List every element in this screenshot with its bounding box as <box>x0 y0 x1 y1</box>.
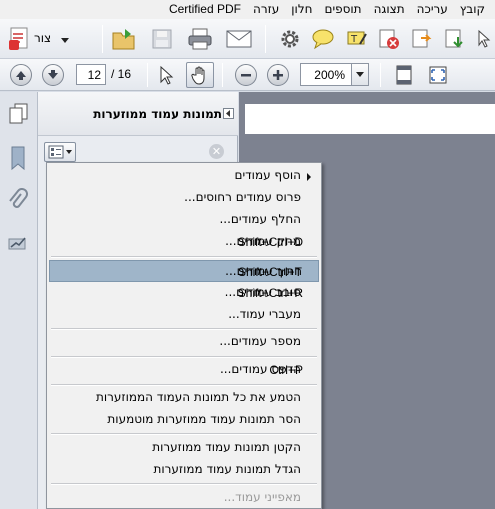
menu-item-label: הדפס עמודים... <box>219 362 301 376</box>
menu-item-delete-pages[interactable]: מחק עמודים... Shift+Ctrl+D <box>49 231 319 253</box>
menu-plugins[interactable]: תוספים <box>318 0 367 19</box>
menu-item-label: הטמע את כל תמונות העמוד הממוזערות <box>95 390 301 404</box>
menu-item-print-pages[interactable]: הדפס עמודים... Ctrl+P <box>49 359 319 381</box>
fit-page-icon[interactable] <box>392 63 416 87</box>
create-label[interactable]: צור <box>34 31 51 45</box>
delete-page-icon[interactable] <box>376 27 402 51</box>
menu-item-label: פרוס עמודים רחוסים... <box>184 190 301 204</box>
zoom-in-button[interactable] <box>266 63 290 87</box>
next-page-button[interactable] <box>41 63 65 87</box>
options-menu: הוסף עמודים פרוס עמודים רחוסים... החלף ע… <box>46 162 322 509</box>
menu-separator <box>51 256 317 258</box>
panel-header: תמונות עמוד ממוזערות <box>38 92 238 136</box>
menu-item-label: הוסף עמודים <box>234 168 301 182</box>
submenu-arrow-icon <box>307 173 311 181</box>
menu-item-label: הסר תמונות עמוד ממוזערות מוטמעות <box>107 412 301 426</box>
select-tool-icon[interactable] <box>474 27 494 51</box>
page-number-input[interactable] <box>76 64 106 85</box>
menu-item-enlarge-thumbnails[interactable]: הגדל תמונות עמוד ממוזערות <box>49 459 319 481</box>
toolbar-separator <box>222 63 223 87</box>
menu-item-label: מספר עמודים... <box>219 334 301 348</box>
fit-width-icon[interactable] <box>426 63 450 87</box>
menu-item-label: הקטן תמונות עמוד ממוזערות <box>152 440 301 454</box>
bookmarks-icon[interactable] <box>6 144 30 172</box>
email-icon[interactable] <box>225 26 253 52</box>
navigation-toolbar <box>0 59 495 91</box>
menu-separator <box>51 384 317 386</box>
menu-help[interactable]: עזרה <box>247 0 285 19</box>
menu-item-replace-pages[interactable]: החלף עמודים... <box>49 209 319 231</box>
panel-title: תמונות עמוד ממוזערות <box>93 107 222 121</box>
menu-window[interactable]: חלון <box>285 0 318 19</box>
menu-edit[interactable]: עריכה <box>411 0 454 19</box>
zoom-out-button[interactable] <box>234 63 258 87</box>
menu-item-label: החלף עמודים... <box>219 212 301 226</box>
menu-item-label: מעברי עמוד... <box>228 307 301 321</box>
comment-icon[interactable] <box>310 27 336 51</box>
menu-bar: קובץ עריכה תצוגה תוספים חלון עזרה Certif… <box>0 0 495 19</box>
select-arrow-icon[interactable] <box>154 63 178 87</box>
navigation-rail <box>0 92 38 509</box>
menu-item-remove-embedded-thumbnails[interactable]: הסר תמונות עמוד ממוזערות מוטמעות <box>49 409 319 431</box>
menu-item-shortcut: Shift+Ctrl+T <box>237 265 302 279</box>
menu-item-shortcut: Ctrl+P <box>269 363 303 377</box>
collapse-panel-button[interactable] <box>223 108 234 119</box>
menu-item-extract-pages[interactable]: פרוס עמודים רחוסים... <box>49 187 319 209</box>
menu-item-label: הגדל תמונות עמוד ממוזערות <box>153 462 301 476</box>
menu-view[interactable]: תצוגה <box>368 0 411 19</box>
menu-item-shortcut: Shift+Ctrl+R <box>237 286 303 300</box>
attachments-icon[interactable] <box>6 187 30 215</box>
menu-separator <box>51 356 317 358</box>
menu-certified-pdf[interactable]: Certified PDF <box>163 0 247 19</box>
hand-icon <box>191 66 205 85</box>
menu-item-insert-pages[interactable]: הוסף עמודים <box>49 165 319 187</box>
chevron-left-icon <box>226 110 230 117</box>
menu-item-rotate-pages[interactable]: סובב עמודים... Shift+Ctrl+R <box>49 282 319 304</box>
toolbar-separator <box>380 63 381 87</box>
page-export-icon[interactable] <box>409 27 435 51</box>
print-icon[interactable] <box>187 26 213 52</box>
menu-separator <box>51 433 317 435</box>
hand-tool-button[interactable] <box>186 62 214 88</box>
arrow-up-icon <box>10 64 32 86</box>
menu-item-embed-thumbnails[interactable]: הטמע את כל תמונות העמוד הממוזערות <box>49 387 319 409</box>
zoom-input[interactable] <box>300 63 352 86</box>
minus-icon <box>235 64 257 86</box>
menu-file[interactable]: קובץ <box>454 0 491 19</box>
svg-text:T: T <box>350 34 358 45</box>
menu-item-number-pages[interactable]: מספר עמודים... <box>49 331 319 353</box>
menu-item-page-transitions[interactable]: מעברי עמוד... <box>49 304 319 326</box>
menu-item-label: מאפייני עמוד... <box>223 490 301 504</box>
toolbar-separator <box>102 25 103 53</box>
gear-icon[interactable] <box>278 27 302 51</box>
highlight-text-icon[interactable]: T <box>344 27 370 51</box>
create-dropdown-arrow[interactable] <box>60 36 70 44</box>
chevron-down-icon <box>356 72 364 77</box>
menu-item-crop-pages[interactable]: חתוך עמודים... Shift+Ctrl+T <box>49 260 319 282</box>
page-total-label: / 16 <box>111 67 132 81</box>
close-icon[interactable]: ✕ <box>209 144 224 159</box>
arrow-down-icon <box>42 64 64 86</box>
menu-item-page-properties: מאפייני עמוד... <box>49 487 319 509</box>
save-icon[interactable] <box>150 26 174 52</box>
main-toolbar: צור T <box>0 19 495 59</box>
create-pdf-icon[interactable] <box>8 26 32 52</box>
zoom-dropdown-button[interactable] <box>351 63 369 86</box>
chevron-down-icon <box>66 150 72 154</box>
plus-icon <box>267 64 289 86</box>
open-folder-icon[interactable] <box>111 26 137 52</box>
menu-separator <box>51 328 317 330</box>
page-thumbnails-icon[interactable] <box>6 102 30 126</box>
signatures-icon[interactable] <box>6 230 30 258</box>
options-list-icon <box>48 145 64 159</box>
menu-item-reduce-thumbnails[interactable]: הקטן תמונות עמוד ממוזערות <box>49 437 319 459</box>
page-download-icon[interactable] <box>442 27 468 51</box>
options-button[interactable] <box>44 142 76 162</box>
menu-item-shortcut: Shift+Ctrl+D <box>237 235 303 249</box>
menu-separator <box>51 483 317 485</box>
previous-page-button[interactable] <box>9 63 33 87</box>
document-page <box>245 104 495 134</box>
toolbar-separator <box>147 63 148 87</box>
toolbar-separator <box>265 25 266 53</box>
